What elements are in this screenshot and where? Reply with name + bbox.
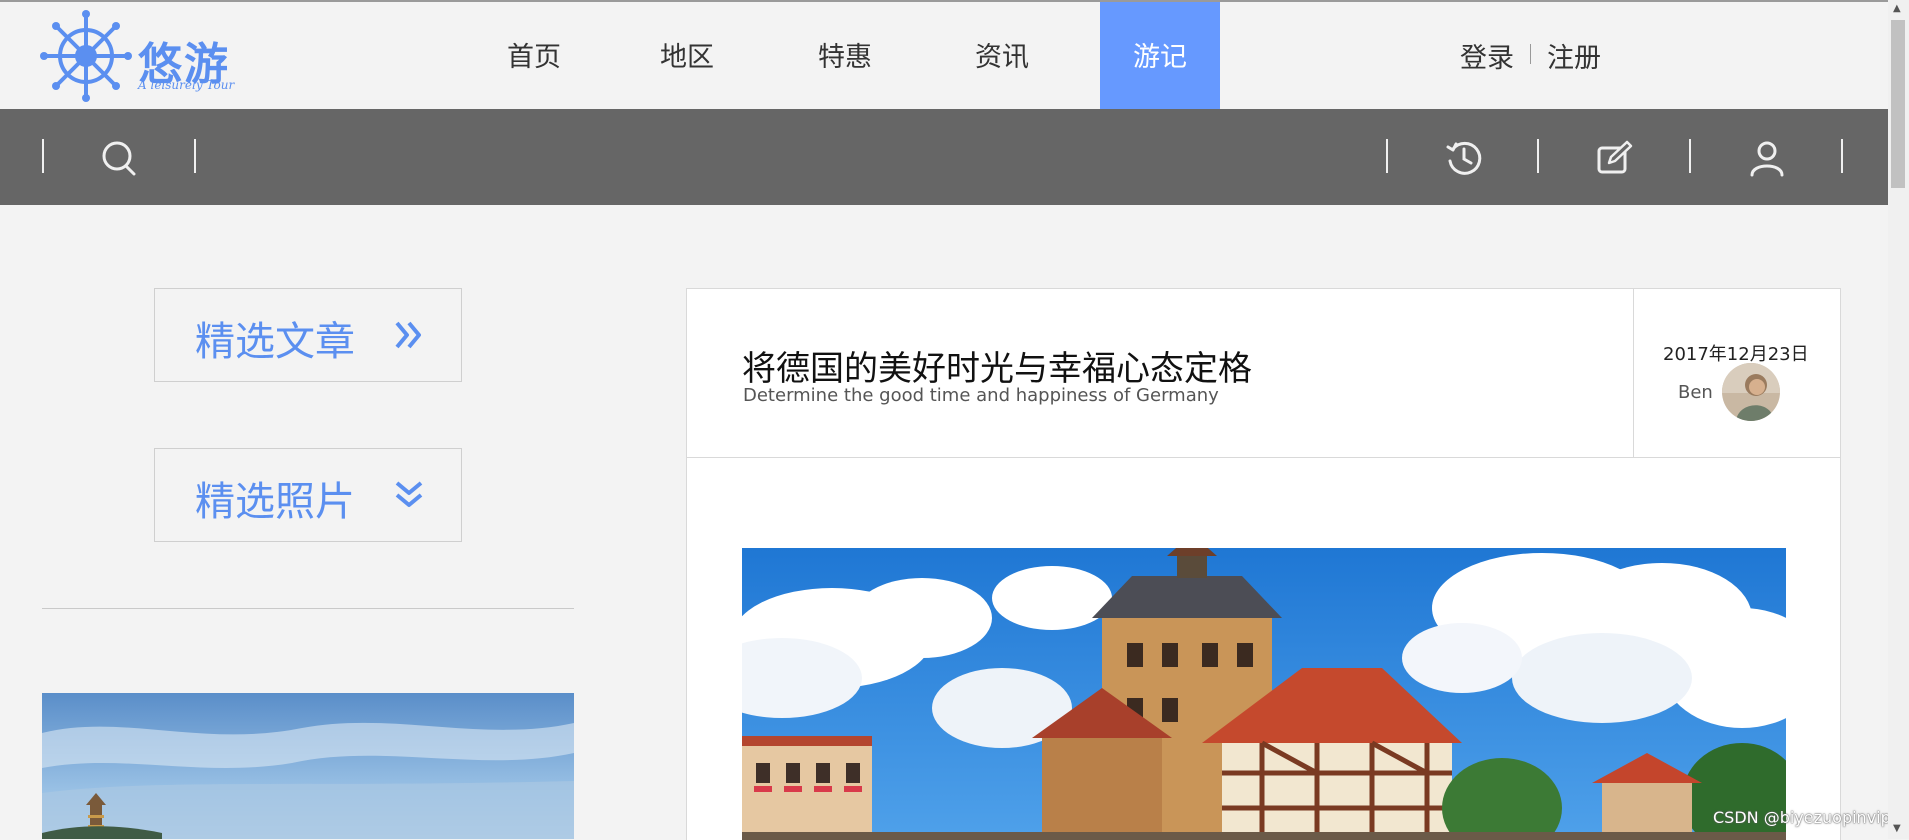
featured-photos-button[interactable]: 精选照片 <box>154 448 462 542</box>
featured-articles-button[interactable]: 精选文章 <box>154 288 462 382</box>
toolbar <box>0 109 1888 205</box>
edit-icon[interactable] <box>1596 139 1634 177</box>
sidebar-divider <box>42 608 574 609</box>
article-title[interactable]: 将德国的美好时光与幸福心态定格 <box>742 341 1252 390</box>
toolbar-divider <box>194 139 196 173</box>
avatar[interactable] <box>1722 363 1780 421</box>
nav-deals[interactable]: 特惠 <box>795 2 895 109</box>
user-icon[interactable] <box>1748 139 1786 177</box>
double-chevron-right-icon <box>395 321 421 349</box>
toolbar-divider <box>1537 139 1539 173</box>
article-header: 将德国的美好时光与幸福心态定格 Determine the good time … <box>687 289 1840 458</box>
history-icon[interactable] <box>1445 139 1483 177</box>
double-chevron-down-icon <box>395 481 423 507</box>
register-link[interactable]: 注册 <box>1547 36 1601 76</box>
ship-wheel-icon <box>40 10 132 102</box>
auth-divider <box>1530 44 1531 64</box>
featured-photos-label: 精选照片 <box>195 479 355 525</box>
article-author[interactable]: Ben <box>1678 382 1713 403</box>
login-link[interactable]: 登录 <box>1460 36 1514 76</box>
scroll-up-arrow-icon[interactable]: ▲ <box>1893 3 1901 14</box>
nav-home[interactable]: 首页 <box>484 2 584 109</box>
nav-news[interactable]: 资讯 <box>952 2 1052 109</box>
scroll-down-arrow-icon[interactable]: ▼ <box>1893 823 1901 834</box>
logo-tagline: A leisurely Tour <box>138 78 235 92</box>
featured-articles-label: 精选文章 <box>195 319 355 365</box>
article-card: 将德国的美好时光与幸福心态定格 Determine the good time … <box>686 288 1841 840</box>
article-cover-photo[interactable] <box>742 548 1786 840</box>
watermark: CSDN @biyezuopinvip <box>1713 808 1891 827</box>
toolbar-divider <box>1386 139 1388 173</box>
article-meta-divider <box>1633 289 1634 457</box>
search-icon[interactable] <box>100 139 138 177</box>
article-subtitle: Determine the good time and happiness of… <box>743 385 1219 406</box>
sidebar-photo[interactable] <box>42 693 574 839</box>
scrollbar-thumb[interactable] <box>1891 20 1905 188</box>
nav-travelogue[interactable]: 游记 <box>1100 2 1220 109</box>
toolbar-divider <box>1841 139 1843 173</box>
article-date: 2017年12月23日 <box>1663 344 1809 365</box>
nav-region[interactable]: 地区 <box>637 2 737 109</box>
toolbar-divider <box>1689 139 1691 173</box>
site-logo[interactable]: 悠游 A leisurely Tour <box>40 10 234 102</box>
site-header: 悠游 A leisurely Tour 首页 地区 特惠 资讯 游记 登录 注册 <box>0 2 1888 109</box>
toolbar-divider <box>42 139 44 173</box>
